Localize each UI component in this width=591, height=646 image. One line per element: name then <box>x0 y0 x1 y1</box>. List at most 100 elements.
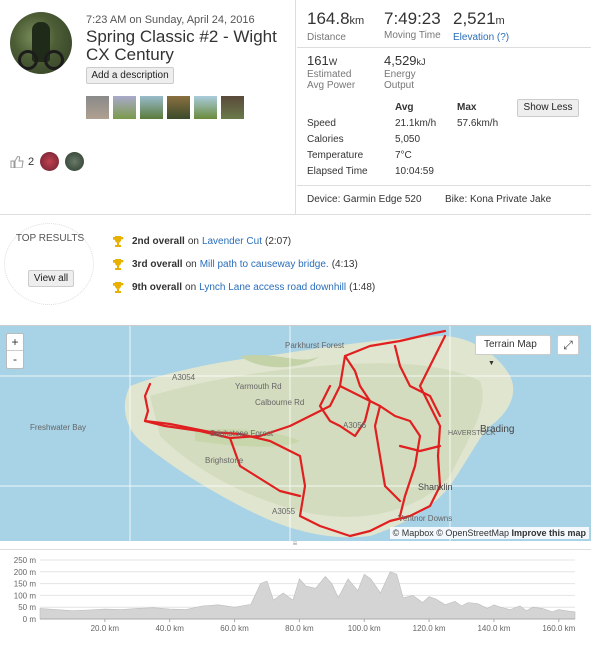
activity-stats: 164.8km Distance 7:49:23 Moving Time 2,5… <box>297 0 591 214</box>
route-map[interactable]: Parkhurst Forest Yarmouth Rd A3054 Calbo… <box>0 325 591 541</box>
achievement-rank: 9th overall <box>132 281 183 293</box>
device-info: Device: Garmin Edge 520 Bike: Kona Priva… <box>297 185 591 214</box>
athlete-avatar[interactable] <box>10 12 72 74</box>
y-tick-label: 100 m <box>14 591 37 600</box>
table-cell: 10:04:59 <box>395 166 434 177</box>
table-cell: 57.6km/h <box>457 118 499 129</box>
view-all-button[interactable]: View all <box>28 270 74 287</box>
trophy-icon <box>112 258 124 270</box>
x-tick-label: 120.0 km <box>413 624 446 633</box>
stat-unit: kJ <box>416 57 426 67</box>
stat-value: 161 <box>307 53 329 68</box>
top-results: TOP RESULTS View all 2nd overall on Lave… <box>0 214 591 312</box>
elevation-help-link[interactable]: Elevation (?) <box>453 32 509 43</box>
photo-thumbnail[interactable] <box>194 96 217 119</box>
terrain-map-label: Terrain Map <box>484 339 537 350</box>
photo-thumbnail[interactable] <box>221 96 244 119</box>
achievement-on: on <box>185 258 197 270</box>
photo-thumbnails <box>86 96 244 119</box>
table-cell: 5,050 <box>395 134 421 145</box>
activity-title: Spring Classic #2 - Wight CX Century <box>86 27 277 64</box>
map-label: A3056 <box>343 421 367 430</box>
stat-moving-time: 7:49:23 Moving Time <box>384 10 441 42</box>
device-label: Device: Garmin Edge 520 <box>307 194 422 205</box>
stat-label: Moving Time <box>384 30 441 41</box>
map-attribution: © Mapbox © OpenStreetMap Improve this ma… <box>389 527 589 539</box>
table-cell <box>457 164 517 180</box>
achievement-rank: 3rd overall <box>132 258 183 270</box>
stat-value: 164.8 <box>307 9 350 28</box>
stat-value: 2,521 <box>453 9 496 28</box>
kudos-area[interactable]: 2 <box>10 152 85 171</box>
achievement-item: 2nd overall on Lavender Cut (2:07) <box>112 235 291 247</box>
column-header: Avg <box>395 102 414 113</box>
table-cell: Speed <box>307 118 336 129</box>
table-cell <box>457 148 517 164</box>
map-label: Calbourne Rd <box>255 398 305 407</box>
top-results-heading: TOP RESULTS <box>15 233 85 244</box>
map-label: HAVERSTOCK <box>448 430 496 437</box>
photo-thumbnail[interactable] <box>86 96 109 119</box>
activity-datetime: 7:23 AM on Sunday, April 24, 2016 <box>86 14 255 26</box>
map-label: A3054 <box>172 373 196 382</box>
y-tick-label: 200 m <box>14 568 37 577</box>
trophy-icon <box>112 235 124 247</box>
terrain-map-dropdown[interactable]: Terrain Map ▼ <box>475 335 551 367</box>
stat-distance: 164.8km Distance <box>307 9 365 44</box>
segment-link[interactable]: Lavender Cut <box>202 236 262 247</box>
stat-label: Energy <box>384 69 416 80</box>
elevation-chart[interactable]: 250 m 200 m 150 m 100 m 50 m 0 m 20.0 km 40.0 k… <box>0 550 591 641</box>
activity-summary: 7:23 AM on Sunday, April 24, 2016 Spring… <box>0 0 296 214</box>
stat-avg-power: 161W Estimated Avg Power <box>307 53 356 92</box>
add-description-button[interactable]: Add a description <box>86 67 174 84</box>
achievement-item: 3rd overall on Mill path to causeway bri… <box>112 258 358 270</box>
map-label: Parkhurst Forest <box>285 341 345 350</box>
table-row: Speed 21.1km/h 57.6km/h <box>307 116 517 132</box>
secondary-stats: 161W Estimated Avg Power 4,529kJ Energy … <box>297 49 591 95</box>
fullscreen-button[interactable]: ⤢ <box>557 335 579 355</box>
map-label: Brighstone Forest <box>210 429 274 438</box>
stat-unit: W <box>328 57 338 67</box>
bike-label: Bike: Kona Private Jake <box>445 194 552 205</box>
x-tick-label: 160.0 km <box>542 624 575 633</box>
photo-thumbnail[interactable] <box>167 96 190 119</box>
map-label: Shanklin <box>418 482 453 492</box>
map-label: Freshwater Bay <box>30 423 87 432</box>
map-label: Ventnor Downs <box>398 514 453 523</box>
y-tick-label: 50 m <box>18 603 36 612</box>
segment-link[interactable]: Lynch Lane access road downhill <box>199 282 346 293</box>
resize-handle[interactable]: ≡ <box>290 540 300 548</box>
table-row: Calories 5,050 <box>307 132 517 148</box>
zoom-in-button[interactable]: + <box>7 334 23 351</box>
stat-label: Distance <box>307 32 346 43</box>
zoom-out-button[interactable]: - <box>7 351 23 368</box>
kudos-count: 2 <box>28 155 35 168</box>
table-cell: Temperature <box>307 150 364 161</box>
segment-link[interactable]: Mill path to causeway bridge. <box>200 259 329 270</box>
stat-energy-output: 4,529kJ Energy Output <box>384 54 426 92</box>
table-row: Temperature 7°C <box>307 148 517 164</box>
achievement-rank: 2nd overall <box>132 235 185 247</box>
y-tick-label: 250 m <box>14 556 37 565</box>
primary-stats: 164.8km Distance 7:49:23 Moving Time 2,5… <box>297 0 591 48</box>
photo-thumbnail[interactable] <box>140 96 163 119</box>
improve-map-link[interactable]: Improve this map <box>511 528 586 538</box>
achievement-time: (2:07) <box>264 235 292 247</box>
table-cell: 7°C <box>395 150 412 161</box>
map-label: A3055 <box>272 507 296 516</box>
x-tick-label: 20.0 km <box>91 624 120 633</box>
elevation-profile[interactable]: 250 m 200 m 150 m 100 m 50 m 0 m 20.0 km 40.0 k… <box>0 549 591 640</box>
kudo-avatar[interactable] <box>40 152 60 171</box>
mapbox-link[interactable]: © Mapbox <box>393 528 434 538</box>
kudo-avatar[interactable] <box>65 152 85 171</box>
achievement-time: (4:13) <box>331 258 358 270</box>
stat-unit: km <box>349 15 365 27</box>
x-tick-label: 80.0 km <box>285 624 314 633</box>
osm-link[interactable]: © OpenStreetMap <box>436 528 509 538</box>
show-less-button[interactable]: Show Less <box>517 99 579 117</box>
stat-label: Avg Power <box>307 80 356 91</box>
trophy-icon <box>112 281 124 293</box>
photo-thumbnail[interactable] <box>113 96 136 119</box>
stat-label: Output <box>384 80 415 91</box>
y-tick-label: 150 m <box>14 580 37 589</box>
